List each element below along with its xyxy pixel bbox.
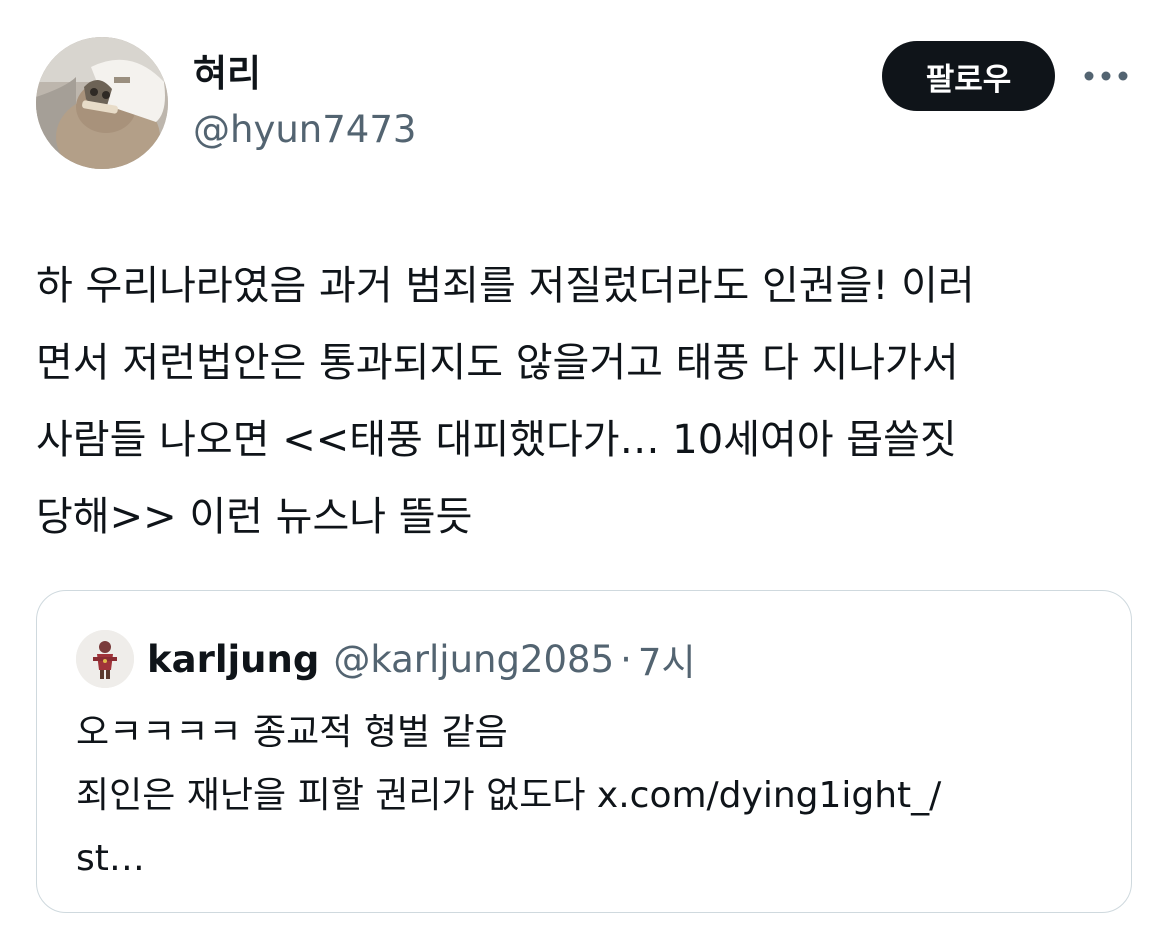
quoted-author-handle[interactable]: @karljung2085 [333,638,614,681]
more-horizontal-icon [1084,71,1128,81]
avatar-figure-icon [76,630,134,688]
quoted-tweet-header: karljung @karljung2085 · 7시 [147,632,696,686]
author-display-name[interactable]: 혀리 [193,50,261,98]
tweet-line: 면서 저런법안은 통과되지도 않을거고 태풍 다 지나가서 [36,340,959,386]
quoted-author-avatar[interactable] [76,630,134,688]
quoted-tweet-card[interactable]: karljung @karljung2085 · 7시 오ㅋㅋㅋㅋ 종교적 형벌… [36,590,1132,913]
tweet-line: 사람들 나오면 <<태풍 대피했다가… 10세여아 몹쓸짓 [36,417,957,463]
quoted-tweet-line: 오ㅋㅋㅋㅋ 종교적 형벌 같음 [76,712,508,753]
author-avatar[interactable] [36,37,168,169]
tweet-body: 하 우리나라였음 과거 범죄를 저질렀더라도 인권을! 이러 면서 저런법안은 … [36,248,1136,556]
tweet-line: 하 우리나라였음 과거 범죄를 저질렀더라도 인권을! 이러 [36,263,975,309]
quoted-author-display-name[interactable]: karljung [147,638,319,681]
follow-button[interactable]: 팔로우 [882,41,1055,111]
author-handle[interactable]: @hyun7473 [193,106,416,154]
tweet-line: 당해>> 이런 뉴스나 뜰듯 [36,494,473,540]
quoted-tweet-line: 죄인은 재난을 피할 권리가 없도다 x.com/dying1ight_/ [76,775,942,816]
more-options-button[interactable] [1078,56,1134,96]
quoted-tweet-timestamp[interactable]: 7시 [638,632,696,686]
separator-dot: · [620,637,632,681]
avatar-photo-icon [36,37,168,169]
quoted-tweet-body: 오ㅋㅋㅋㅋ 종교적 형벌 같음 죄인은 재난을 피할 권리가 없도다 x.com… [76,701,1116,890]
quoted-tweet-line: st… [76,838,145,879]
tweet-header: 혀리 @hyun7473 팔로우 [0,0,1170,200]
